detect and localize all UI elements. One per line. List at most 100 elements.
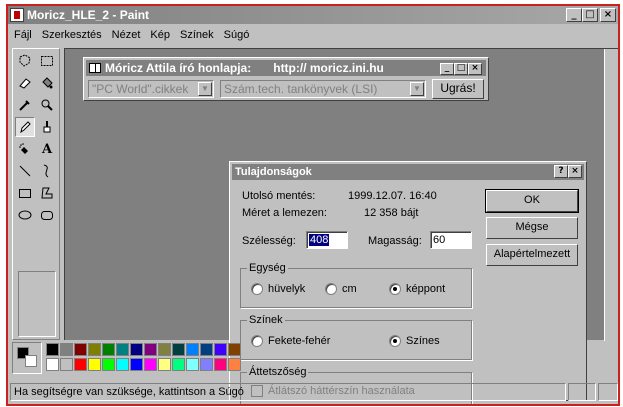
banner-title: Móricz Attila író honlapja: (105, 61, 252, 75)
height-input[interactable]: 60 (430, 231, 472, 249)
palette-swatch[interactable] (60, 358, 73, 371)
palette-swatch[interactable] (116, 358, 129, 371)
close-button[interactable]: × (600, 8, 616, 22)
dialog-title: Tulajdonságok (235, 166, 312, 178)
units-group-label: Egység (247, 262, 288, 274)
webpage-banner-image: Móricz Attila író honlapja: http:// mori… (83, 57, 489, 101)
canvas-area[interactable]: Móricz Attila író honlapja: http:// mori… (64, 48, 618, 404)
dialog-help-button[interactable]: ? (554, 165, 568, 178)
radio-selected-icon (389, 335, 401, 347)
dialog-title-bar[interactable]: Tulajdonságok ? × (232, 164, 584, 180)
maximize-button[interactable]: □ (582, 8, 598, 22)
unit-inch-label: hüvelyk (268, 283, 306, 295)
color-radio[interactable]: Színes (389, 335, 440, 347)
line-icon[interactable] (15, 161, 35, 181)
background-color (25, 355, 37, 367)
height-label: Magasság: (368, 235, 422, 247)
fill-bucket-icon[interactable] (37, 73, 57, 93)
magnifier-icon[interactable] (37, 95, 57, 115)
unit-cm-radio[interactable]: cm (325, 283, 357, 295)
minimize-button[interactable]: _ (566, 8, 582, 22)
palette-swatch[interactable] (214, 343, 227, 356)
palette-swatch[interactable] (228, 358, 241, 371)
palette-swatch[interactable] (46, 343, 59, 356)
title-bar[interactable]: Moricz_HLE_2 - Paint _ □ × (8, 6, 618, 24)
menu-bar: Fájl Szerkesztés Nézet Kép Színek Súgó (8, 26, 618, 44)
banner-combo-books: Szám.tech. tankönyvek (LSI) ▼ (220, 80, 426, 98)
palette-swatch[interactable] (102, 343, 115, 356)
palette-swatch[interactable] (158, 343, 171, 356)
width-input-value: 408 (309, 234, 330, 246)
palette-swatch[interactable] (130, 343, 143, 356)
palette-swatch[interactable] (144, 343, 157, 356)
free-select-icon[interactable] (15, 51, 35, 71)
cancel-button[interactable]: Mégse (486, 217, 578, 239)
palette-swatch[interactable] (200, 343, 213, 356)
palette-swatch[interactable] (88, 358, 101, 371)
colors-group-label: Színek (247, 314, 285, 326)
menu-colors[interactable]: Színek (180, 29, 214, 41)
menu-file[interactable]: Fájl (14, 29, 32, 41)
window-title: Moricz_HLE_2 - Paint (27, 8, 150, 22)
palette-swatch[interactable] (158, 358, 171, 371)
menu-help[interactable]: Súgó (224, 29, 250, 41)
rounded-rect-icon[interactable] (37, 205, 57, 225)
disk-size-label: Méret a lemezen: (242, 207, 327, 219)
properties-dialog: Tulajdonságok ? × Utolsó mentés: 1999.12… (229, 161, 587, 404)
vertical-scrollbar[interactable] (604, 49, 618, 341)
palette-swatch[interactable] (186, 358, 199, 371)
status-cell-coords (568, 383, 596, 401)
palette-swatch[interactable] (172, 343, 185, 356)
palette-swatch[interactable] (186, 343, 199, 356)
dialog-close-button[interactable]: × (568, 165, 582, 178)
bw-radio[interactable]: Fekete-fehér (251, 335, 330, 347)
airbrush-icon[interactable] (15, 139, 35, 159)
rect-select-icon[interactable] (37, 51, 57, 71)
curve-icon[interactable] (37, 161, 57, 181)
palette-swatch[interactable] (228, 343, 241, 356)
radio-icon (251, 283, 263, 295)
palette-swatch[interactable] (200, 358, 213, 371)
palette-swatch[interactable] (116, 343, 129, 356)
transparency-group-label: Áttetszőség (247, 366, 309, 378)
radio-icon (251, 335, 263, 347)
last-saved-value: 1999.12.07. 16:40 (348, 190, 437, 202)
menu-image[interactable]: Kép (150, 29, 170, 41)
palette-swatch[interactable] (88, 343, 101, 356)
width-label: Szélesség: (242, 235, 296, 247)
unit-cm-label: cm (342, 283, 357, 295)
banner-title-bar: Móricz Attila író honlapja: http:// mori… (86, 60, 486, 76)
palette-swatch[interactable] (102, 358, 115, 371)
width-input[interactable]: 408 (306, 231, 348, 249)
chevron-down-icon: ▼ (410, 82, 424, 96)
palette-swatch[interactable] (130, 358, 143, 371)
palette-swatch[interactable] (46, 358, 59, 371)
disk-size-value: 12 358 bájt (364, 207, 419, 219)
banner-combo-articles: "PC World".cikkek ▼ (88, 80, 214, 98)
palette-swatch[interactable] (60, 343, 73, 356)
current-colors[interactable] (12, 342, 42, 374)
text-tool-icon[interactable]: A (37, 139, 57, 159)
book-icon (89, 63, 101, 73)
status-bar: Ha segítségre van szüksége, kattintson a… (10, 383, 566, 401)
default-button[interactable]: Alapértelmezett (486, 244, 578, 266)
paint-app-icon[interactable] (10, 8, 24, 22)
tool-options-box[interactable] (18, 271, 56, 337)
palette-swatch[interactable] (144, 358, 157, 371)
rectangle-icon[interactable] (15, 183, 35, 203)
menu-edit[interactable]: Szerkesztés (42, 29, 102, 41)
eraser-icon[interactable] (15, 73, 35, 93)
pencil-icon[interactable] (15, 117, 35, 137)
palette-swatch[interactable] (74, 343, 87, 356)
palette-swatch[interactable] (172, 358, 185, 371)
palette-swatch[interactable] (214, 358, 227, 371)
unit-inch-radio[interactable]: hüvelyk (251, 283, 305, 295)
unit-pixel-radio[interactable]: képpont (389, 283, 445, 295)
menu-view[interactable]: Nézet (112, 29, 141, 41)
palette-swatch[interactable] (74, 358, 87, 371)
ok-button[interactable]: OK (485, 189, 579, 213)
color-picker-icon[interactable] (15, 95, 35, 115)
ellipse-icon[interactable] (15, 205, 35, 225)
polygon-icon[interactable] (37, 183, 57, 203)
brush-icon[interactable] (37, 117, 57, 137)
